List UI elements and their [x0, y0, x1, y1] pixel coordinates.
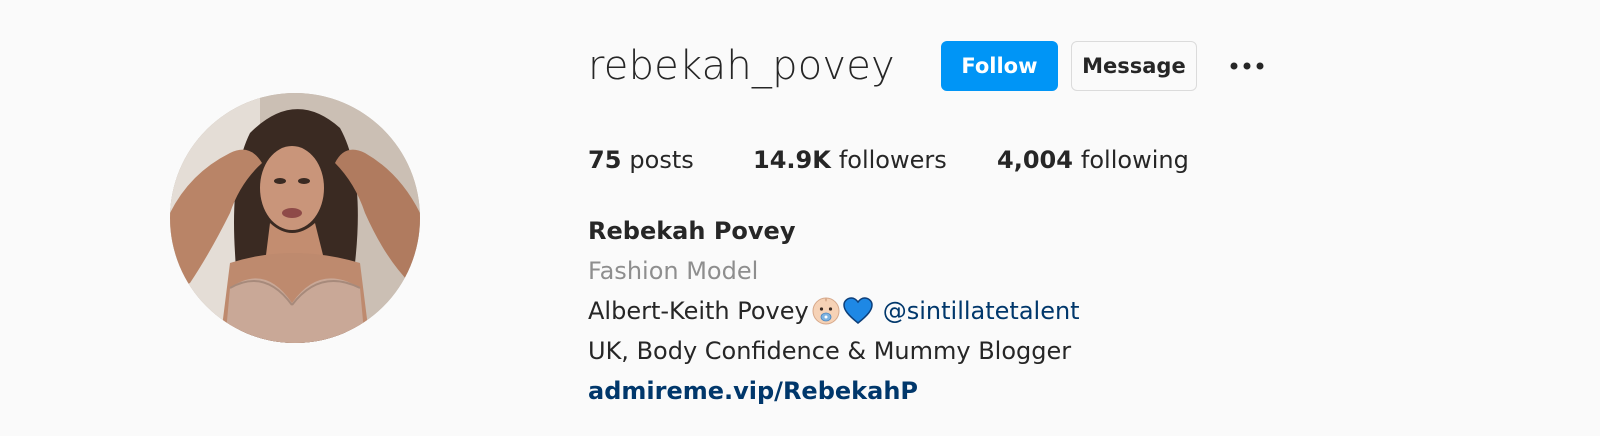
profile-header: rebekah_povey Follow Message — [588, 36, 1267, 96]
following-label: following — [1080, 146, 1189, 174]
bio-line-1-text: Albert-Keith Povey — [588, 297, 809, 325]
posts-count: 75 posts — [588, 140, 753, 180]
bio-line-1: Albert-Keith Povey @sintillatetalent — [588, 291, 1080, 331]
profile-bio: Rebekah Povey Fashion Model Albert-Keith… — [588, 211, 1080, 411]
username: rebekah_povey — [588, 43, 895, 89]
mention-link[interactable]: @sintillatetalent — [883, 291, 1080, 331]
followers-number: 14.9K — [753, 146, 831, 174]
display-name: Rebekah Povey — [588, 217, 796, 245]
external-link[interactable]: admireme.vip/RebekahP — [588, 371, 1080, 411]
baby-face-emoji-icon — [811, 296, 841, 326]
profile-avatar[interactable] — [170, 93, 420, 343]
message-button[interactable]: Message — [1070, 41, 1197, 91]
profile-page: rebekah_povey Follow Message 75 posts 14… — [0, 0, 1600, 436]
following-count[interactable]: 4,004 following — [997, 140, 1189, 180]
bio-line-2: UK, Body Confidence & Mummy Blogger — [588, 337, 1072, 365]
followers-label: followers — [838, 146, 947, 174]
posts-label: posts — [629, 146, 694, 174]
posts-number: 75 — [588, 146, 622, 174]
followers-count[interactable]: 14.9K followers — [753, 140, 997, 180]
following-number: 4,004 — [997, 146, 1073, 174]
category-label: Fashion Model — [588, 257, 759, 285]
follow-button[interactable]: Follow — [940, 41, 1058, 91]
blue-heart-emoji-icon — [842, 296, 873, 326]
more-options-icon[interactable] — [1227, 46, 1267, 86]
profile-stats: 75 posts 14.9K followers 4,004 following — [588, 140, 1189, 180]
avatar-photo — [170, 93, 420, 343]
